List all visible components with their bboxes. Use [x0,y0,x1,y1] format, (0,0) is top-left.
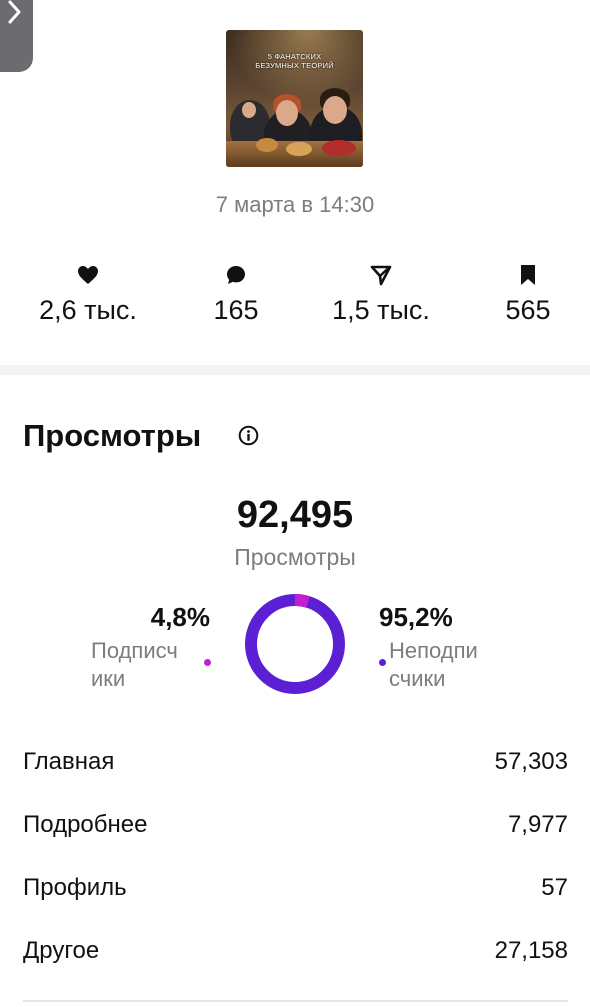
back-button[interactable] [0,0,33,72]
list-item: Профиль 57 [23,866,568,929]
post-thumbnail[interactable]: 5 ФАНАТСКИХ БЕЗУМНЫХ ТЕОРИЙ [226,30,363,167]
shares-stat: 1,5 тыс. [311,264,451,326]
bottom-divider [23,1000,568,1002]
saves-count: 565 [505,295,551,325]
info-icon[interactable] [238,425,259,446]
source-name: Другое [23,937,100,964]
followers-percentage: 4,8% [150,602,210,632]
comments-count: 165 [213,295,259,325]
post-date: 7 марта в 14:30 [215,192,375,217]
heart-icon [78,266,98,284]
likes-stat: 2,6 тыс. [18,264,158,326]
share-icon [370,265,392,286]
source-name: Главная [23,748,115,775]
source-value: 57,303 [494,748,568,775]
source-name: Подробнее [23,811,148,838]
comments-stat: 165 [166,264,306,326]
shares-count: 1,5 тыс. [332,295,430,325]
non-followers-percentage: 95,2% [379,602,453,632]
views-section-title: Просмотры [23,418,202,453]
likes-count: 2,6 тыс. [39,295,137,325]
source-value: 57 [541,874,568,901]
followers-label: Подписч ики [91,638,178,691]
non-followers-legend-dot [379,659,386,666]
source-value: 7,977 [507,811,568,838]
total-views-label: Просмотры [234,544,356,570]
post-summary: 5 ФАНАТСКИХ БЕЗУМНЫХ ТЕОРИЙ 7 марта в 14… [0,0,590,365]
view-sources-list: Главная 57,303 Подробнее 7,977 Профиль 5… [23,740,568,992]
list-item: Главная 57,303 [23,740,568,803]
chevron-right-icon [8,0,21,24]
total-views: 92,495 [236,494,354,536]
bookmark-icon [521,265,535,285]
list-item: Другое 27,158 [23,929,568,992]
comment-icon [227,266,245,284]
thumbnail-caption: 5 ФАНАТСКИХ БЕЗУМНЫХ ТЕОРИЙ [255,52,334,70]
source-name: Профиль [23,874,127,901]
engagement-stats: 2,6 тыс. 165 1,5 тыс. 565 [0,264,590,334]
source-value: 27,158 [494,937,568,964]
section-divider [0,365,590,375]
views-donut-chart [245,594,345,694]
list-item: Подробнее 7,977 [23,803,568,866]
followers-legend-dot [204,659,211,666]
donut-non-followers-segment [245,594,345,694]
saves-stat: 565 [458,264,590,326]
non-followers-label: Неподпи счики [389,638,478,691]
